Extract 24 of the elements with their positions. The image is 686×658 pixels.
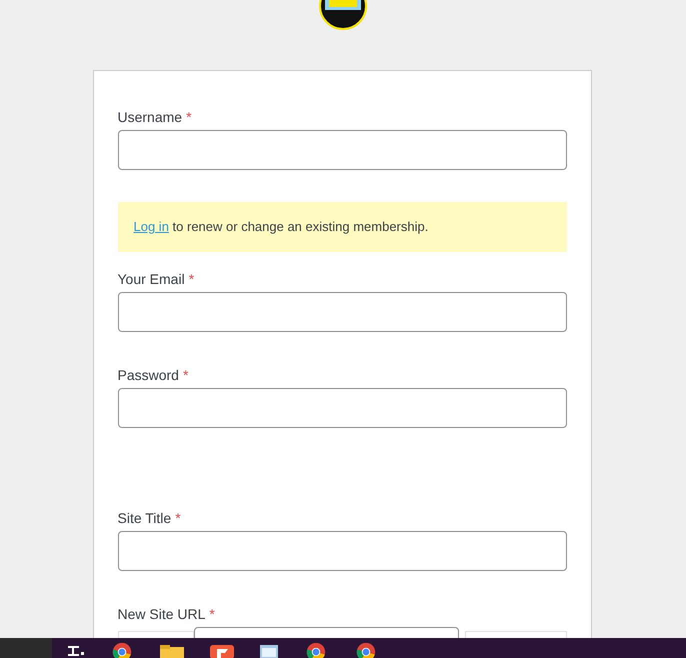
text-field[interactable] <box>118 388 566 428</box>
required-mark: * <box>175 508 181 528</box>
text-field[interactable] <box>118 292 566 332</box>
required-mark: * <box>186 108 192 126</box>
taskbar-start-area <box>0 638 52 658</box>
required-mark: * <box>209 604 215 624</box>
folder-icon[interactable] <box>160 645 184 658</box>
browser-icon[interactable] <box>354 642 378 658</box>
field-label: Your Email <box>118 270 185 288</box>
browser-icon[interactable] <box>304 642 328 658</box>
text-field[interactable] <box>118 130 566 170</box>
task-view-icon[interactable] <box>68 646 84 658</box>
text-field[interactable] <box>118 531 566 571</box>
field-label: Username <box>118 108 182 126</box>
notice-text: Log in to renew or change an existing membership. <box>134 218 428 236</box>
field-label: Site Title <box>118 508 172 528</box>
login-link[interactable]: Log in <box>134 219 169 234</box>
required-mark: * <box>188 270 194 288</box>
app-icon[interactable] <box>210 645 234 658</box>
required-mark: * <box>182 366 188 384</box>
field-label: Password <box>118 366 179 384</box>
browser-icon[interactable] <box>110 642 134 658</box>
logo-icon <box>319 0 367 30</box>
field-label: New Site URL <box>118 604 206 624</box>
